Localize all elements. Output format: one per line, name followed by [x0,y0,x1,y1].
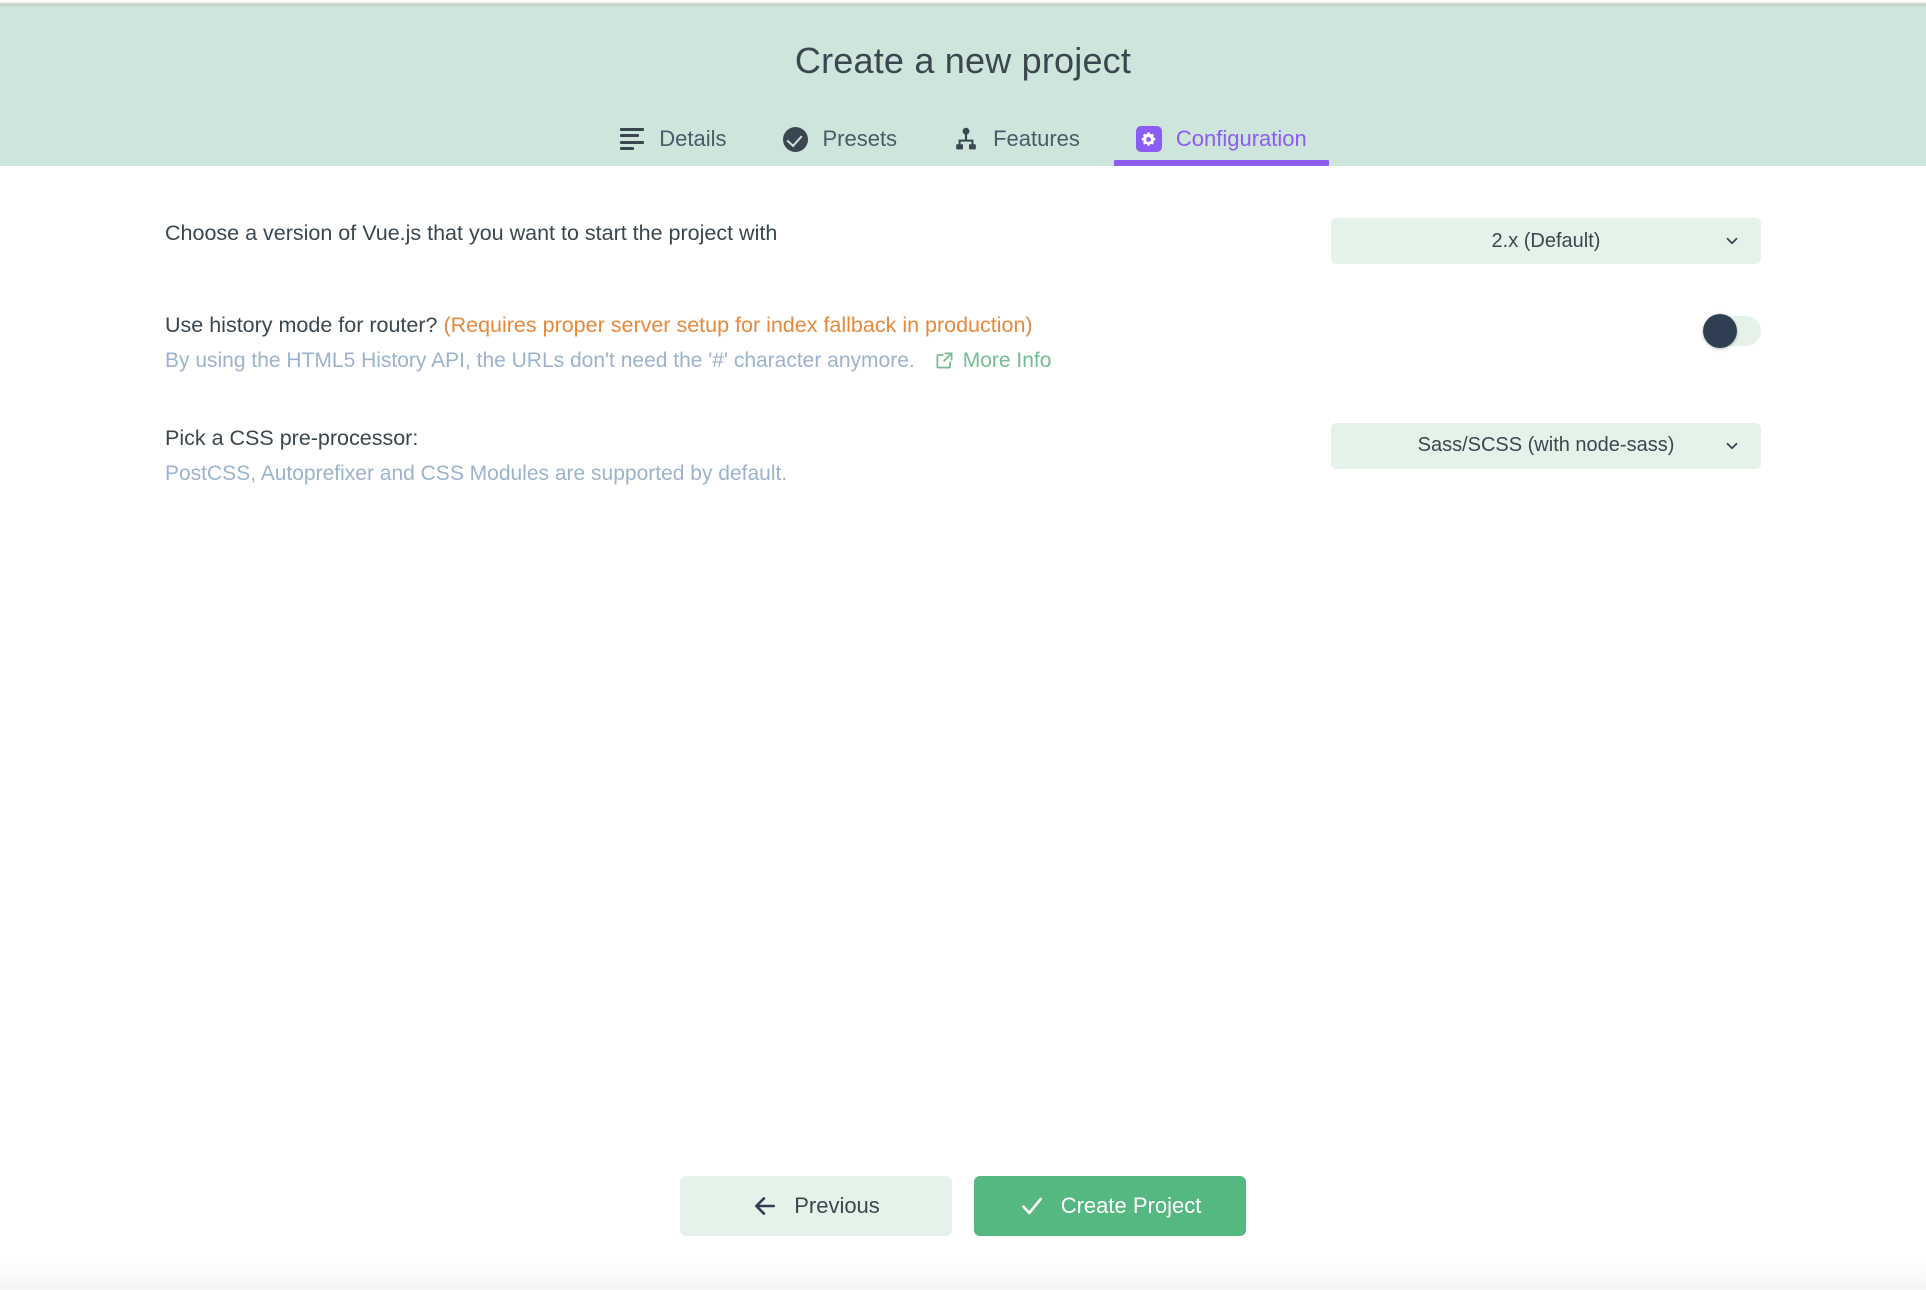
footer-strip [0,1256,1926,1290]
chevron-down-icon [1726,237,1738,245]
prompt-history-mode: Use history mode for router? (Requires p… [165,286,1761,399]
prompt-history-mode-question: Use history mode for router? (Requires p… [165,310,1051,341]
window-top-strip [0,0,1926,8]
previous-button[interactable]: Previous [680,1176,952,1236]
tab-presets[interactable]: Presets [754,116,925,166]
more-info-link[interactable]: More Info [935,345,1052,377]
prompt-css-preprocessor: Pick a CSS pre-processor: PostCSS, Autop… [165,399,1761,512]
prompt-history-mode-description-text: By using the HTML5 History API, the URLs… [165,349,915,373]
configuration-prompt-list: Choose a version of Vue.js that you want… [0,166,1926,511]
prompt-css-preprocessor-control: Sass/SCSS (with node-sass) [1331,421,1761,469]
css-preprocessor-select-value: Sass/SCSS (with node-sass) [1417,434,1675,457]
list-lines-icon [619,126,645,152]
page-title: Create a new project [794,40,1132,81]
main-content: Choose a version of Vue.js that you want… [0,166,1926,1256]
sitemap-icon [953,126,979,152]
prompt-css-preprocessor-description-text: PostCSS, Autoprefixer and CSS Modules ar… [165,461,788,485]
vue-version-select-value: 2.x (Default) [1491,229,1601,252]
css-preprocessor-select[interactable]: Sass/SCSS (with node-sass) [1331,422,1761,469]
create-project-button[interactable]: Create Project [974,1176,1246,1236]
prompt-vue-version-text: Choose a version of Vue.js that you want… [165,216,777,249]
prompt-vue-version: Choose a version of Vue.js that you want… [165,194,1761,286]
check-icon [1021,1197,1042,1215]
prompt-history-mode-control [1331,308,1761,348]
external-link-icon [936,352,953,369]
gear-icon [1135,126,1162,152]
tab-features-label: Features [993,126,1080,151]
app-header: Create a new project Details Presets Fea… [0,8,1926,166]
action-bar: Previous Create Project [0,1156,1926,1256]
prompt-history-mode-question-label: Use history mode for router? [165,313,438,337]
check-circle-icon [782,126,808,152]
tab-features[interactable]: Features [925,116,1108,166]
vue-version-select[interactable]: 2.x (Default) [1331,218,1761,264]
tab-details[interactable]: Details [591,116,754,166]
create-project-button-label: Create Project [1060,1193,1202,1218]
history-mode-toggle[interactable] [1703,314,1761,348]
tab-configuration-label: Configuration [1175,126,1307,151]
prompt-css-preprocessor-description: PostCSS, Autoprefixer and CSS Modules ar… [165,458,787,490]
more-info-label: More Info [962,349,1052,373]
prompt-css-preprocessor-question: Pick a CSS pre-processor: [165,425,419,450]
tab-configuration[interactable]: Configuration [1108,116,1335,166]
chevron-down-icon [1726,442,1738,449]
prompt-history-mode-description: By using the HTML5 History API, the URLs… [165,345,1051,377]
previous-button-label: Previous [794,1193,880,1218]
tab-details-label: Details [659,126,727,151]
tab-presets-label: Presets [822,126,898,151]
history-mode-toggle-knob [1703,314,1737,348]
prompt-history-mode-text: Use history mode for router? (Requires p… [165,308,1051,377]
prompt-css-preprocessor-text: Pick a CSS pre-processor: PostCSS, Autop… [165,421,787,490]
arrow-left-icon [755,1197,776,1215]
tab-bar: Details Presets Features Configuration [0,116,1926,166]
prompt-vue-version-control: 2.x (Default) [1331,216,1761,264]
prompt-history-mode-warning: (Requires proper server setup for index … [443,313,1033,337]
prompt-vue-version-question: Choose a version of Vue.js that you want… [165,221,778,245]
